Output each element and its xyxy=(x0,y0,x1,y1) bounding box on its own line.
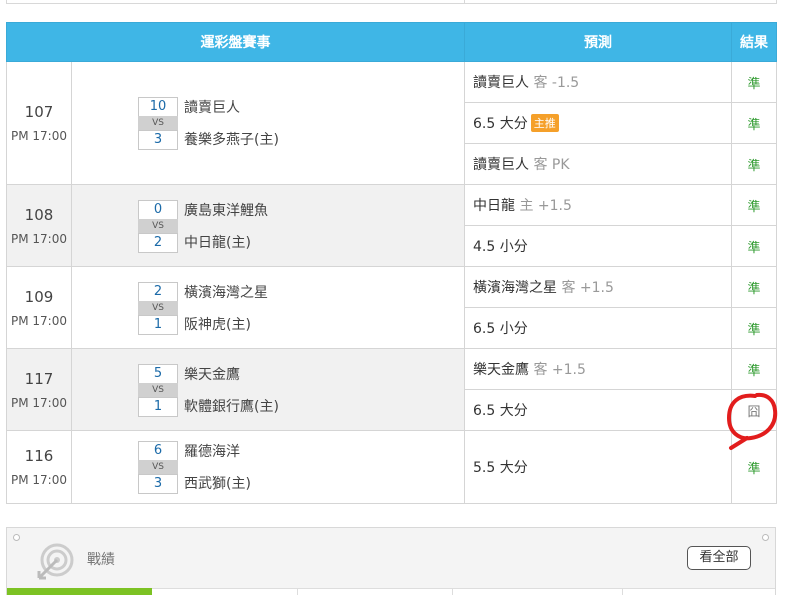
game-time: PM 17:00 xyxy=(11,313,67,328)
game-row: 117 PM 17:00 5 VS 1 樂天金鷹 軟體銀行鷹(主) 樂天金鷹 客… xyxy=(6,348,777,431)
away-team: 羅德海洋 xyxy=(184,444,240,460)
prediction-main: 5.5 大分 xyxy=(473,460,528,476)
prediction-side: 客 +1.5 xyxy=(557,280,614,296)
away-score: 6 xyxy=(138,441,178,461)
result: 準 xyxy=(731,143,777,185)
game-number: 116 xyxy=(24,447,54,465)
result-miss: 囧 xyxy=(731,389,777,431)
home-score: 2 xyxy=(138,232,178,253)
prediction: 4.5 小分 xyxy=(464,225,732,267)
home-team: 阪神虎(主) xyxy=(184,316,251,333)
away-team: 讀賣巨人 xyxy=(184,100,240,116)
game-number: 108 xyxy=(24,205,54,224)
game-info: 108 PM 17:00 xyxy=(6,184,72,267)
see-all-button[interactable]: 看全部 xyxy=(687,546,751,570)
game-info: 117 PM 17:00 xyxy=(6,348,72,431)
prediction: 5.5 大分 xyxy=(464,430,732,504)
game-info: 107 PM 17:00 xyxy=(6,61,72,185)
result: 準 xyxy=(731,430,777,504)
away-team: 廣島東洋鯉魚 xyxy=(184,202,268,219)
prediction-main: 4.5 小分 xyxy=(473,239,528,255)
prediction: 橫濱海灣之星 客 +1.5 xyxy=(464,266,732,308)
prediction-main: 6.5 大分 xyxy=(473,403,528,419)
matchup: 6 VS 3 羅德海洋 西武獅(主) xyxy=(71,430,465,504)
corner-dot xyxy=(762,534,769,541)
header-prediction: 預測 xyxy=(464,22,732,62)
result: 準 xyxy=(731,61,777,103)
result: 準 xyxy=(731,102,777,144)
game-time: PM 17:00 xyxy=(11,231,67,246)
matchup: 2 VS 1 橫濱海灣之星 阪神虎(主) xyxy=(71,266,465,349)
game-row: 108 PM 17:00 0 VS 2 廣島東洋鯉魚 中日龍(主) 中日龍 主 … xyxy=(6,184,777,267)
prediction-main: 橫濱海灣之星 xyxy=(473,280,557,296)
matchup: 0 VS 2 廣島東洋鯉魚 中日龍(主) xyxy=(71,184,465,267)
prediction: 讀賣巨人 客 -1.5 xyxy=(464,61,732,103)
vs-label: VS xyxy=(138,218,178,233)
prediction-side: 客 +1.5 xyxy=(529,362,586,378)
table-header: 運彩盤賽事 預測 結果 xyxy=(6,22,777,62)
games-table: 運彩盤賽事 預測 結果 107 PM 17:00 10 VS 3 讀賣巨人 養樂… xyxy=(6,22,777,504)
away-team: 樂天金鷹 xyxy=(184,366,240,383)
vs-label: VS xyxy=(138,382,178,397)
home-score: 1 xyxy=(138,396,178,417)
prediction-side: 主 +1.5 xyxy=(515,198,572,214)
game-row: 107 PM 17:00 10 VS 3 讀賣巨人 養樂多燕子(主) 讀賣巨人 … xyxy=(6,61,777,185)
prediction: 樂天金鷹 客 +1.5 xyxy=(464,348,732,390)
prediction: 中日龍 主 +1.5 xyxy=(464,184,732,226)
prediction-side: 客 PK xyxy=(529,157,570,173)
result: 準 xyxy=(731,184,777,226)
prediction-main: 讀賣巨人 xyxy=(473,75,529,91)
home-score: 3 xyxy=(138,130,178,150)
result: 準 xyxy=(731,225,777,267)
game-info: 109 PM 17:00 xyxy=(6,266,72,349)
prediction: 讀賣巨人 客 PK xyxy=(464,143,732,185)
result: 準 xyxy=(731,307,777,349)
home-team: 養樂多燕子(主) xyxy=(184,132,279,148)
matchup: 5 VS 1 樂天金鷹 軟體銀行鷹(主) xyxy=(71,348,465,431)
prediction-main: 樂天金鷹 xyxy=(473,362,529,378)
previous-table-bottom xyxy=(6,0,777,4)
vs-label: VS xyxy=(138,460,178,474)
record-panel: 戰績 看全部 xyxy=(6,527,776,595)
game-time: PM 17:00 xyxy=(11,395,67,410)
prediction-main: 中日龍 xyxy=(473,198,515,214)
header-result: 結果 xyxy=(731,22,777,62)
game-number: 107 xyxy=(24,103,54,121)
home-team: 西武獅(主) xyxy=(184,476,251,492)
home-score: 3 xyxy=(138,474,178,494)
game-number: 117 xyxy=(24,369,54,388)
away-team: 橫濱海灣之星 xyxy=(184,284,268,301)
home-team: 中日龍(主) xyxy=(184,234,251,251)
result: 準 xyxy=(731,266,777,308)
home-team: 軟體銀行鷹(主) xyxy=(184,398,279,415)
prediction-side: 客 -1.5 xyxy=(529,75,580,91)
prediction: 6.5 小分 xyxy=(464,307,732,349)
game-info: 116 PM 17:00 xyxy=(6,430,72,504)
header-event: 運彩盤賽事 xyxy=(6,22,465,62)
prediction: 6.5 大分 xyxy=(464,389,732,431)
home-score: 1 xyxy=(138,314,178,335)
prediction-main: 6.5 小分 xyxy=(473,321,528,337)
vs-label: VS xyxy=(138,300,178,315)
corner-dot xyxy=(13,534,20,541)
game-time: PM 17:00 xyxy=(11,129,67,143)
away-score: 0 xyxy=(138,199,178,220)
target-arrow-icon xyxy=(37,543,74,580)
prediction-main: 讀賣巨人 xyxy=(473,157,529,173)
game-number: 109 xyxy=(24,287,54,306)
prediction: 6.5 大分 主推 xyxy=(464,102,732,144)
game-row: 109 PM 17:00 2 VS 1 橫濱海灣之星 阪神虎(主) 橫濱海灣之星… xyxy=(6,266,777,349)
record-title: 戰績 xyxy=(87,552,115,568)
vs-label: VS xyxy=(138,116,178,130)
result: 準 xyxy=(731,348,777,390)
away-score: 2 xyxy=(138,281,178,302)
away-score: 5 xyxy=(138,363,178,384)
game-time: PM 17:00 xyxy=(11,473,67,487)
game-row: 116 PM 17:00 6 VS 3 羅德海洋 西武獅(主) 5.5 大分 準 xyxy=(6,430,777,504)
featured-badge: 主推 xyxy=(530,114,559,132)
away-score: 10 xyxy=(138,97,178,117)
matchup: 10 VS 3 讀賣巨人 養樂多燕子(主) xyxy=(71,61,465,185)
prediction-main: 6.5 大分 xyxy=(473,116,528,132)
